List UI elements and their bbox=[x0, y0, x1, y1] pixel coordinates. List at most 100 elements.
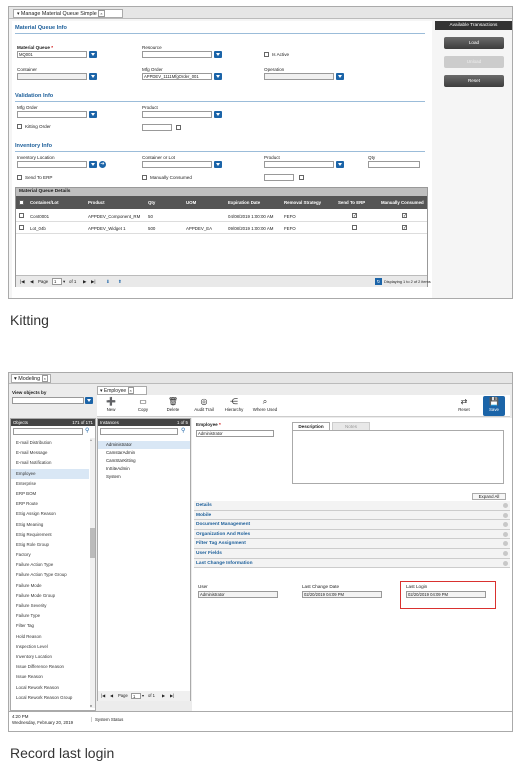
list-item[interactable]: Filter Tag bbox=[11, 621, 89, 631]
list-item[interactable]: Employee bbox=[11, 468, 89, 479]
accordion-filter-tag-assignment[interactable]: Filter Tag Assignment bbox=[194, 539, 510, 549]
col-header[interactable]: Removal Strategy bbox=[284, 200, 321, 205]
search-icon[interactable]: ⚲ bbox=[181, 428, 189, 435]
container-dropdown-icon[interactable] bbox=[89, 73, 97, 80]
close-icon[interactable]: × bbox=[41, 375, 48, 382]
send-to-erp-checkbox[interactable] bbox=[17, 175, 22, 180]
expand-icon[interactable] bbox=[503, 531, 508, 537]
list-item[interactable]: Issue Difference Reason bbox=[11, 662, 89, 672]
col-header[interactable]: Container/Lot bbox=[30, 200, 59, 205]
collapse-icon[interactable] bbox=[503, 560, 508, 566]
first-page-icon[interactable]: |◀ bbox=[20, 276, 25, 287]
is-active-checkbox[interactable] bbox=[264, 52, 269, 57]
list-item[interactable]: ERP Route bbox=[11, 499, 89, 509]
select-all-checkbox[interactable] bbox=[19, 200, 24, 205]
copy-button[interactable]: ▭ Copy bbox=[133, 397, 153, 412]
objects-scrollbar[interactable]: ^ v bbox=[90, 438, 95, 708]
employee-input[interactable]: Administrator bbox=[196, 430, 274, 437]
tab-manage-material-queue[interactable]: ▾ Manage Material Queue Simple × bbox=[13, 9, 123, 18]
next-page-icon[interactable]: ▶ bbox=[162, 691, 165, 701]
list-item[interactable]: CamstarAdmin bbox=[98, 449, 190, 457]
table-row[interactable]: Lot_04b APPDEV_Widget 1 500 APPDEV_EA 09… bbox=[16, 222, 427, 234]
list-item[interactable]: System bbox=[98, 473, 190, 481]
list-item[interactable]: ESig Requirement bbox=[11, 530, 89, 540]
container-or-lot-input[interactable] bbox=[142, 161, 212, 168]
kitting-order-checkbox[interactable] bbox=[17, 124, 22, 129]
list-item[interactable]: Failure Mode bbox=[11, 581, 89, 591]
last-page-icon[interactable]: ▶| bbox=[91, 276, 96, 287]
first-page-icon[interactable]: |◀ bbox=[101, 691, 105, 701]
search-icon[interactable]: ⚲ bbox=[85, 428, 93, 435]
manually-consumed-cell-checkbox[interactable]: ✓ bbox=[402, 225, 407, 231]
refresh-icon[interactable]: ↻ bbox=[375, 278, 382, 285]
inventory-product-dropdown-icon[interactable] bbox=[336, 161, 344, 168]
manually-consumed-checkbox[interactable] bbox=[142, 175, 147, 180]
product-dropdown-icon[interactable] bbox=[214, 111, 222, 118]
list-item[interactable]: Failure Mode Group bbox=[11, 591, 89, 601]
inventory-location-dropdown-icon[interactable] bbox=[89, 161, 97, 168]
delete-button[interactable]: 🗑 Delete bbox=[163, 397, 183, 412]
send-to-erp-cell-checkbox[interactable]: ✓ bbox=[352, 213, 357, 219]
system-status[interactable]: System Status bbox=[91, 717, 123, 722]
list-item[interactable]: ESig Role Group bbox=[11, 540, 89, 550]
use-ror-2-checkbox[interactable] bbox=[299, 175, 304, 180]
container-input[interactable] bbox=[17, 73, 87, 80]
expand-icon[interactable] bbox=[503, 512, 508, 518]
list-item[interactable]: Failure Action Type bbox=[11, 560, 89, 570]
product-revision-input[interactable] bbox=[142, 124, 172, 131]
list-item[interactable]: Failure Severity bbox=[11, 601, 89, 611]
scroll-up-icon[interactable]: ^ bbox=[90, 438, 92, 443]
expand-all-button[interactable]: Expand All bbox=[472, 493, 506, 500]
validation-mfg-order-dropdown-icon[interactable] bbox=[89, 111, 97, 118]
list-item[interactable]: E-mail Message bbox=[11, 448, 89, 458]
upload-icon[interactable]: ⬆ bbox=[118, 276, 122, 287]
accordion-details[interactable]: Details bbox=[194, 501, 510, 511]
page-input[interactable]: 1 bbox=[52, 278, 62, 285]
audit-trail-button[interactable]: ◎ Audit Trail bbox=[191, 397, 217, 412]
accordion-last-change-information[interactable]: Last Change Information bbox=[194, 558, 510, 569]
list-item[interactable]: Factory bbox=[11, 550, 89, 560]
accordion-mobile[interactable]: Mobile bbox=[194, 510, 510, 521]
expand-icon[interactable] bbox=[503, 550, 508, 556]
send-to-erp-cell-checkbox[interactable] bbox=[352, 225, 357, 230]
hierarchy-button[interactable]: ⋲ Hierarchy bbox=[221, 397, 247, 412]
scroll-down-icon[interactable]: v bbox=[90, 703, 92, 708]
tab-description[interactable]: Description bbox=[292, 422, 330, 430]
view-objects-by-select[interactable] bbox=[12, 397, 84, 404]
list-item[interactable]: Hold Reason bbox=[11, 632, 89, 642]
validation-mfg-order-input[interactable] bbox=[17, 111, 87, 118]
operation-dropdown-icon[interactable] bbox=[336, 73, 344, 80]
list-item[interactable]: E-mail Distribution bbox=[11, 438, 89, 448]
go-icon[interactable]: ➔ bbox=[99, 161, 106, 168]
objects-search-input[interactable] bbox=[13, 428, 83, 435]
description-textarea[interactable] bbox=[292, 430, 504, 484]
reset-button[interactable]: ⇄ Reset bbox=[453, 397, 475, 412]
inventory-product-input[interactable] bbox=[264, 161, 334, 168]
qty-input[interactable] bbox=[368, 161, 420, 168]
save-button[interactable]: 💾 Save bbox=[483, 396, 505, 416]
where-used-button[interactable]: ⌕ Where Used bbox=[251, 397, 279, 412]
tab-notes[interactable]: Notes bbox=[332, 422, 370, 430]
inventory-location-input[interactable] bbox=[17, 161, 87, 168]
manually-consumed-cell-checkbox[interactable]: ✓ bbox=[402, 213, 407, 219]
accordion-organization-and-roles[interactable]: Organization And Roles bbox=[194, 529, 510, 540]
row-checkbox[interactable] bbox=[19, 225, 24, 230]
col-header[interactable]: Send To ERP bbox=[338, 200, 365, 205]
expand-icon[interactable] bbox=[503, 503, 508, 508]
view-objects-by-dropdown-icon[interactable] bbox=[85, 397, 93, 404]
material-queue-input[interactable]: MQ001 bbox=[17, 51, 87, 58]
next-page-icon[interactable]: ▶ bbox=[83, 276, 86, 287]
row-checkbox[interactable] bbox=[19, 213, 24, 218]
page-input[interactable]: 1 bbox=[131, 693, 141, 699]
prev-page-icon[interactable]: ◀ bbox=[110, 691, 113, 701]
expand-icon[interactable] bbox=[503, 541, 508, 547]
list-item[interactable]: Failure Action Type Group bbox=[11, 570, 89, 580]
scrollbar-thumb[interactable] bbox=[90, 528, 95, 558]
product-revision-2-input[interactable] bbox=[264, 174, 294, 181]
list-item[interactable]: Enterprise bbox=[11, 479, 89, 489]
new-button[interactable]: ➕ New bbox=[101, 397, 121, 412]
list-item[interactable]: CamStarKitting bbox=[98, 457, 190, 465]
list-item[interactable]: E-mail Notification bbox=[11, 458, 89, 468]
list-item[interactable]: ESig Assign Reason bbox=[11, 509, 89, 519]
resource-dropdown-icon[interactable] bbox=[214, 51, 222, 58]
